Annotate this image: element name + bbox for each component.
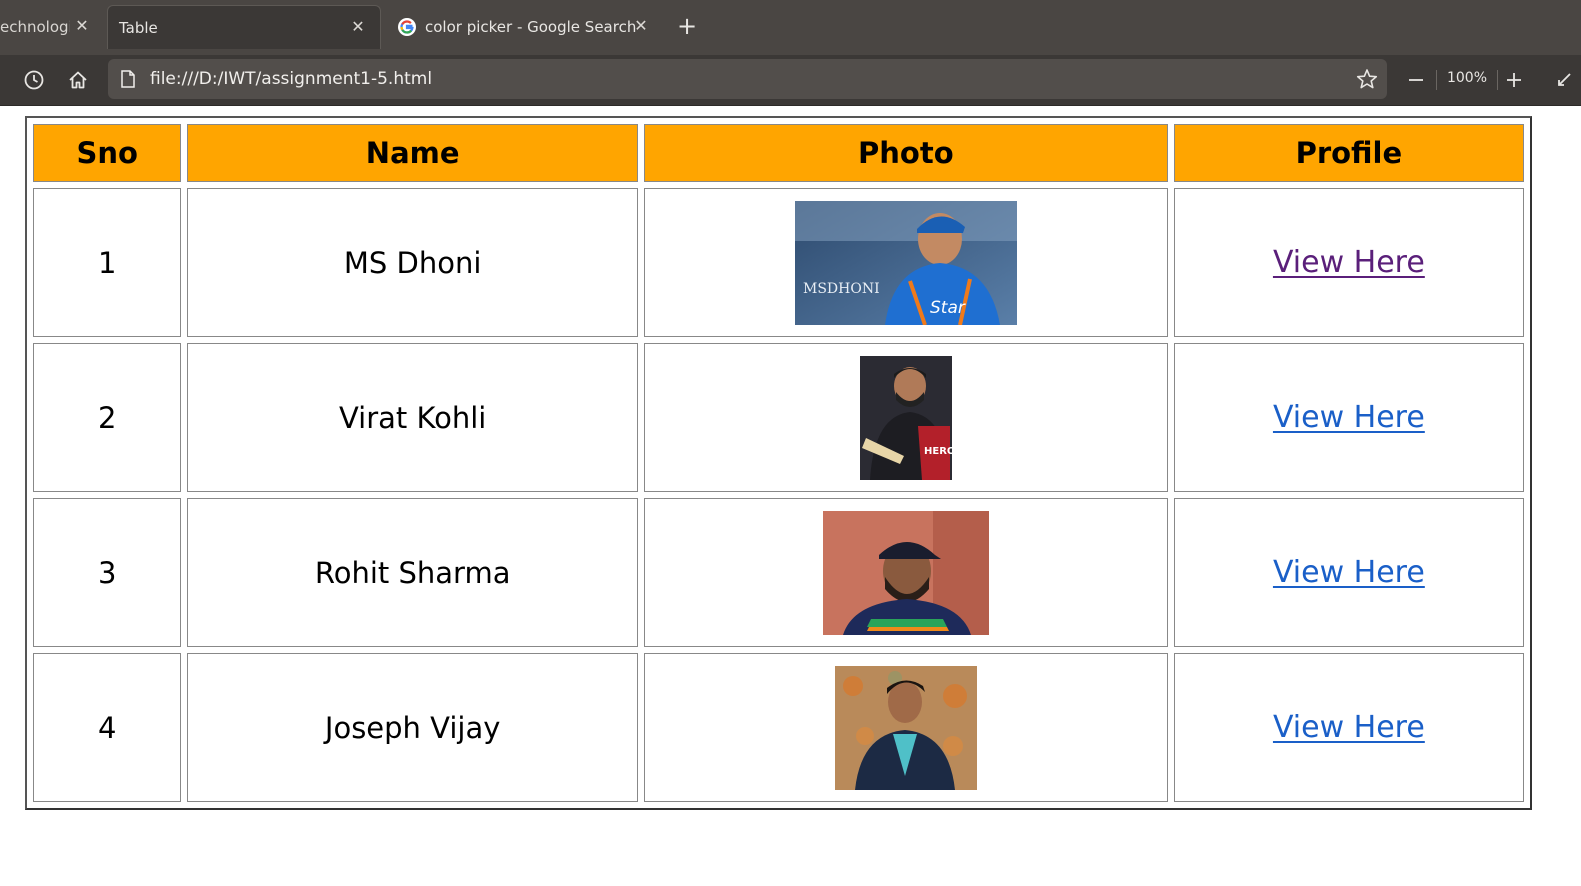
sno-cell: 3 [33,498,182,647]
sno-cell: 1 [33,188,182,337]
photo-cell: Star MSDHONI [643,188,1168,337]
header-profile: Profile [1173,124,1524,182]
profile-link[interactable]: View Here [1273,245,1425,280]
address-text[interactable]: file:///D:/IWT/assignment1-5.html [150,69,432,89]
tab-technologies[interactable]: echnologie ✕ [0,5,100,49]
name-cell: Virat Kohli [187,343,638,492]
tab-color-picker[interactable]: color picker - Google Search ✕ [393,5,663,49]
photo-cell [643,498,1168,647]
home-icon[interactable] [65,67,91,93]
sno-cell: 4 [33,653,182,802]
zoom-out-icon[interactable] [1406,70,1426,90]
tab-strip: echnologie ✕ Table ✕ color picker - Goog… [0,0,1581,55]
page-content: Sno Name Photo Profile 1 MS Dhoni Star M… [0,106,1581,886]
players-table: Sno Name Photo Profile 1 MS Dhoni Star M… [25,116,1532,810]
fullscreen-icon[interactable] [1556,72,1572,88]
profile-cell: View Here [1173,188,1524,337]
tab-table[interactable]: Table ✕ [107,5,381,49]
table-row: 2 Virat Kohli HERO View Here [33,343,1524,492]
tab-title: echnologie [0,18,70,36]
table-header-row: Sno Name Photo Profile [33,124,1524,182]
profile-cell: View Here [1173,653,1524,802]
profile-cell: View Here [1173,498,1524,647]
profile-link[interactable]: View Here [1273,400,1425,435]
table-row: 4 Joseph Vijay View Here [33,653,1524,802]
page-icon [121,70,135,88]
table-row: 3 Rohit Sharma View Here [33,498,1524,647]
google-icon [398,18,416,36]
tab-title: Table [119,18,158,37]
name-cell: Rohit Sharma [187,498,638,647]
divider [1436,70,1437,90]
zoom-level: 100% [1446,70,1488,86]
player-photo-vijay [834,665,977,790]
name-cell: MS Dhoni [187,188,638,337]
photo-cell: HERO [643,343,1168,492]
player-photo-dhoni: Star MSDHONI [794,200,1017,325]
header-photo: Photo [643,124,1168,182]
photo-caption-text: MSDHONI [803,281,880,297]
close-icon[interactable]: ✕ [350,19,366,35]
sno-cell: 2 [33,343,182,492]
photo-cell [643,653,1168,802]
player-photo-kohli: HERO [859,355,952,480]
name-cell: Joseph Vijay [187,653,638,802]
close-icon[interactable]: ✕ [633,18,649,34]
close-icon[interactable]: ✕ [74,18,90,34]
divider [1497,70,1498,90]
profile-link[interactable]: View Here [1273,710,1425,745]
table-row: 1 MS Dhoni Star MSDHONI View Here [33,188,1524,337]
favorite-star-icon[interactable] [1356,68,1378,90]
header-sno: Sno [33,124,182,182]
photo-logo-text: Star [930,298,966,318]
zoom-in-icon[interactable] [1504,70,1524,90]
profile-cell: View Here [1173,343,1524,492]
photo-logo-text: HERO [924,446,952,457]
tab-title: color picker - Google Search [425,18,637,36]
new-tab-button[interactable]: + [676,14,698,38]
history-icon[interactable] [21,67,47,93]
profile-link[interactable]: View Here [1273,555,1425,590]
address-bar[interactable]: file:///D:/IWT/assignment1-5.html [108,59,1387,99]
header-name: Name [187,124,638,182]
player-photo-rohit [822,510,989,635]
